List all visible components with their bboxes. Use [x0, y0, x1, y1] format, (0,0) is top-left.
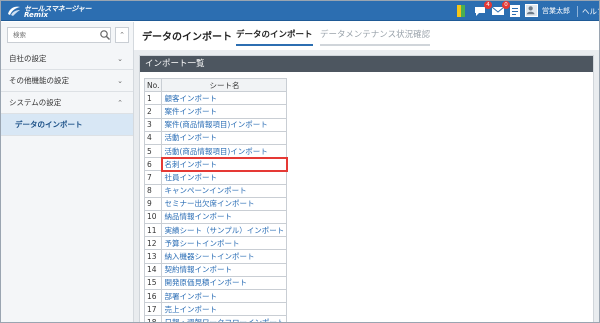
row-number: 5 — [143, 143, 163, 159]
sheet-name-link[interactable]: 実績シート（サンプル）インポート — [161, 223, 288, 238]
tab-data-import[interactable]: データのインポート — [236, 28, 313, 46]
table-row: 16 部署インポート — [143, 288, 288, 304]
row-number: 18 — [143, 315, 163, 322]
table-row: 2 案件インポート — [143, 104, 288, 119]
table-row: 4 活動インポート — [143, 130, 288, 145]
sidebar-item-label: 自社の設定 — [9, 54, 47, 63]
row-number: 6 — [143, 157, 163, 172]
sheet-name-link[interactable]: 名刺インポート — [160, 156, 288, 172]
sheet-name-link[interactable]: 活動インポート — [161, 130, 288, 145]
logo-text-line2: Remix — [24, 11, 48, 19]
table-row: 10 納品情報インポート — [143, 209, 288, 225]
user-avatar[interactable] — [525, 4, 538, 17]
import-table: No. シート名 1 顧客インポート 2 案件インポート 3 案件(商品情報項目)インポー… — [143, 77, 288, 322]
document-icon[interactable] — [508, 4, 522, 18]
top-bar: セールスマネージャー Remix 4 0 営業太郎 ヘル — [1, 1, 599, 21]
row-number: 1 — [143, 91, 163, 106]
row-number: 10 — [143, 209, 163, 225]
row-number: 14 — [143, 262, 163, 277]
chevron-up-icon: ⌃ — [117, 99, 123, 107]
logo-mark-icon — [8, 6, 20, 16]
sheet-name-link[interactable]: 顧客インポート — [161, 91, 288, 106]
table-row: 1 顧客インポート — [143, 91, 288, 106]
sheet-name-link[interactable]: 納品情報インポート — [161, 209, 288, 225]
row-number: 15 — [143, 275, 163, 291]
sidebar-item-other-settings[interactable]: その他機能の設定 ⌄ — [1, 70, 133, 92]
chevron-down-icon: ⌄ — [117, 55, 123, 63]
help-link[interactable]: ヘルプ — [577, 6, 599, 17]
table-header-row: No. シート名 — [143, 77, 288, 93]
chevron-up-icon[interactable]: ⌃ — [115, 27, 129, 43]
search-icon[interactable] — [99, 28, 111, 42]
sheet-name-link[interactable]: 売上インポート — [161, 302, 288, 317]
column-header-sheet-name: シート名 — [161, 77, 288, 93]
row-number: 4 — [143, 130, 163, 145]
column-header-no: No. — [143, 77, 163, 93]
sidebar: ⌃ 自社の設定 ⌄ その他機能の設定 ⌄ システムの設定 ⌃ データのインポート — [1, 22, 134, 322]
row-number: 8 — [143, 183, 163, 198]
panel-title: インポート一覧 — [140, 56, 593, 72]
table-row: 13 納入機器シートインポート — [143, 249, 288, 264]
row-number: 2 — [143, 104, 163, 119]
sidebar-item-label: システムの設定 — [9, 98, 62, 107]
sheet-name-link[interactable]: 納入機器シートインポート — [161, 249, 288, 264]
mail-icon[interactable]: 0 — [491, 1, 510, 18]
row-number: 16 — [143, 288, 163, 304]
table-row: 9 セミナー出欠席インポート — [143, 196, 288, 211]
row-number: 7 — [143, 170, 163, 185]
row-number: 17 — [143, 302, 163, 317]
sheet-name-link[interactable]: セミナー出欠席インポート — [161, 196, 288, 211]
sheet-name-link[interactable]: 部署インポート — [161, 288, 288, 304]
table-row: 11 実績シート（サンプル）インポート — [143, 223, 288, 238]
sidebar-item-company-settings[interactable]: 自社の設定 ⌄ — [1, 48, 133, 70]
sidebar-item-data-import[interactable]: データのインポート — [1, 114, 133, 136]
table-row: 6 名刺インポート — [143, 156, 288, 172]
table-row: 5 活動(商品情報項目)インポート — [143, 143, 288, 159]
notification-icon[interactable]: 4 — [473, 1, 492, 18]
sheet-name-link[interactable]: 案件インポート — [161, 104, 288, 119]
import-table-body: 1 顧客インポート 2 案件インポート 3 案件(商品情報項目)インポート 4 活動インポート… — [143, 91, 288, 322]
table-row: 14 契約情報インポート — [143, 262, 288, 277]
sidebar-search: ⌃ — [7, 27, 129, 43]
sheet-name-link[interactable]: キャンペーンインポート — [161, 183, 288, 198]
table-row: 18 日報・週報ワークフローインポート — [143, 315, 288, 322]
sidebar-item-label: その他機能の設定 — [9, 76, 69, 85]
search-input[interactable] — [7, 27, 111, 43]
sidebar-item-system-settings[interactable]: システムの設定 ⌃ — [1, 92, 133, 114]
sheet-name-link[interactable]: 社員インポート — [161, 170, 288, 185]
sheet-name-link[interactable]: 契約情報インポート — [161, 262, 288, 277]
row-number: 9 — [143, 196, 163, 211]
sheet-name-link[interactable]: 予算シートインポート — [161, 236, 288, 251]
mentor-icon[interactable] — [454, 4, 468, 18]
row-number: 3 — [143, 117, 163, 132]
table-row: 17 売上インポート — [143, 302, 288, 317]
chevron-down-icon: ⌄ — [117, 77, 123, 85]
tab-data-maintenance-status[interactable]: データメンテナンス状況確認 — [320, 28, 431, 46]
user-name[interactable]: 営業太郎 — [542, 6, 570, 16]
page-title: データのインポート — [142, 32, 232, 43]
table-row: 7 社員インポート — [143, 170, 288, 185]
app-logo[interactable]: セールスマネージャー Remix — [7, 3, 117, 19]
sheet-name-link[interactable]: 日報・週報ワークフローインポート — [161, 315, 288, 322]
row-number: 13 — [143, 249, 163, 264]
import-list-panel: インポート一覧 No. シート名 1 顧客インポート 2 案件インポート 3 案件(商品情… — [139, 55, 594, 322]
row-number: 12 — [143, 236, 163, 251]
table-row: 8 キャンペーンインポート — [143, 183, 288, 198]
sheet-name-link[interactable]: 活動(商品情報項目)インポート — [161, 143, 288, 159]
sidebar-item-label: データのインポート — [15, 120, 83, 129]
app-window: セールスマネージャー Remix 4 0 営業太郎 ヘル 検索 ⌃ 自社の設定 … — [0, 0, 600, 323]
table-row: 15 開発原価見積インポート — [143, 275, 288, 291]
table-row: 12 予算シートインポート — [143, 236, 288, 251]
table-row: 3 案件(商品情報項目)インポート — [143, 117, 288, 132]
sheet-name-link[interactable]: 開発原価見積インポート — [161, 275, 288, 291]
sheet-name-link[interactable]: 案件(商品情報項目)インポート — [161, 117, 288, 132]
main-content: データのインポート データのインポート データメンテナンス状況確認 インポート一… — [134, 22, 599, 322]
row-number: 11 — [143, 223, 163, 238]
